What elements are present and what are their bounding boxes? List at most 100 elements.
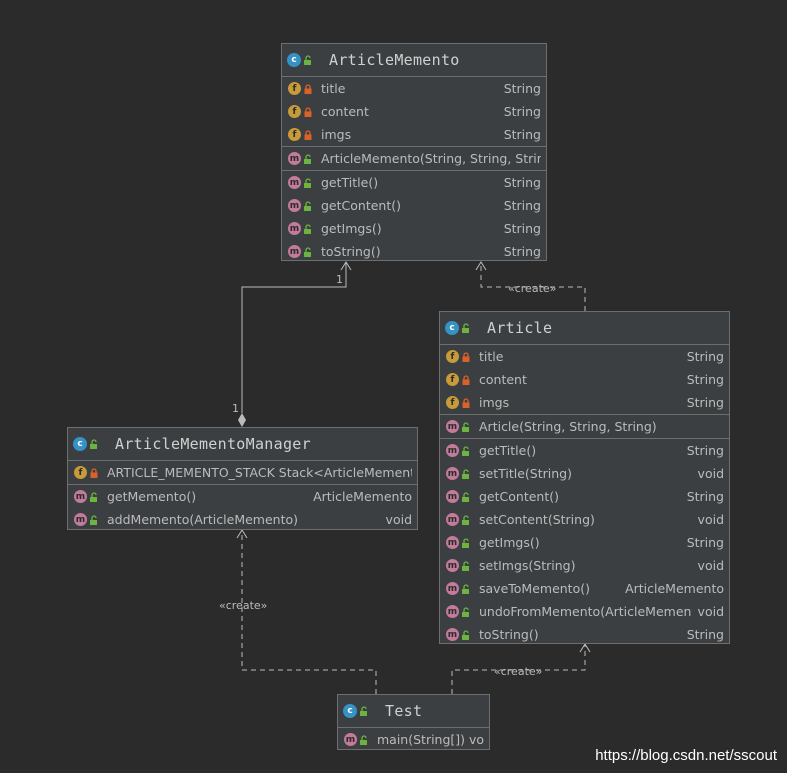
method-icon: m: [288, 222, 301, 235]
private-lock-icon: [303, 106, 315, 117]
class-box-article-memento-manager[interactable]: c ArticleMementoManager f ARTICLE_MEMENT…: [67, 427, 418, 530]
field-row[interactable]: f imgs String: [440, 391, 729, 414]
method-icon: m: [446, 490, 459, 503]
field-row[interactable]: f content String: [282, 100, 546, 123]
method-name: setContent(String): [479, 512, 595, 527]
public-unlock-icon: [461, 583, 473, 594]
private-lock-icon: [303, 83, 315, 94]
field-row[interactable]: f imgs String: [282, 123, 546, 146]
class-box-test[interactable]: c Test m main(String[]) void: [337, 694, 490, 750]
public-unlock-icon: [461, 560, 473, 571]
public-unlock-icon: [89, 439, 101, 449]
public-unlock-icon: [359, 734, 371, 745]
class-header: c ArticleMemento: [282, 44, 546, 77]
method-row[interactable]: m toString() String: [440, 623, 729, 646]
fields-section: f title String f content String f imgs S…: [440, 345, 729, 415]
method-icon: m: [288, 199, 301, 212]
methods-section: m getMemento() ArticleMemento m addMemen…: [68, 485, 417, 531]
create-line-test-manager: [241, 530, 377, 694]
method-name: getMemento(): [107, 489, 197, 504]
method-icon: m: [446, 420, 459, 433]
constructors-section: m ArticleMemento(String, String, String): [282, 147, 546, 171]
field-type: String: [686, 372, 724, 387]
field-row[interactable]: f ARTICLE_MEMENTO_STACK Stack<ArticleMem…: [68, 461, 417, 484]
method-type: void: [385, 512, 412, 527]
method-row[interactable]: m getTitle() String: [440, 439, 729, 462]
class-name: Test: [385, 702, 423, 720]
method-icon: m: [446, 536, 459, 549]
method-icon: m: [288, 176, 301, 189]
class-icon: c: [445, 321, 459, 335]
method-row[interactable]: m main(String[]) void: [338, 728, 489, 751]
method-row[interactable]: m setContent(String) void: [440, 508, 729, 531]
method-type: void: [697, 512, 724, 527]
field-type: String: [686, 395, 724, 410]
method-type: String: [686, 443, 724, 458]
field-row[interactable]: f content String: [440, 368, 729, 391]
method-name: getImgs(): [479, 535, 540, 550]
public-unlock-icon: [89, 491, 101, 502]
class-box-article[interactable]: c Article f title String f content Strin…: [439, 311, 730, 644]
private-lock-icon: [461, 374, 473, 385]
public-unlock-icon: [303, 246, 315, 257]
class-name: ArticleMemento: [329, 51, 460, 69]
field-type: String: [503, 104, 541, 119]
method-row[interactable]: m getContent() String: [440, 485, 729, 508]
methods-section: m main(String[]) void: [338, 728, 489, 751]
public-unlock-icon: [461, 629, 473, 640]
method-row[interactable]: m getImgs() String: [440, 531, 729, 554]
field-name: title: [321, 81, 346, 96]
create-label-test-manager: «create»: [219, 599, 267, 612]
method-type: ArticleMemento: [625, 581, 724, 596]
public-unlock-icon: [461, 468, 473, 479]
method-icon: m: [446, 559, 459, 572]
constructor-row[interactable]: m Article(String, String, String): [440, 415, 729, 438]
method-name: toString(): [479, 627, 539, 642]
field-icon: f: [288, 105, 301, 118]
watermark: https://blog.csdn.net/sscout: [595, 747, 777, 764]
public-unlock-icon: [89, 514, 101, 525]
method-row[interactable]: m setTitle(String) void: [440, 462, 729, 485]
class-header: c ArticleMementoManager: [68, 428, 417, 461]
field-type: String: [503, 81, 541, 96]
method-row[interactable]: m undoFromMemento(ArticleMemento) void: [440, 600, 729, 623]
field-name: imgs: [479, 395, 510, 410]
class-icon: c: [73, 437, 87, 451]
method-name: saveToMemento(): [479, 581, 590, 596]
method-row[interactable]: m getImgs() String: [282, 217, 546, 240]
method-row[interactable]: m addMemento(ArticleMemento) void: [68, 508, 417, 531]
method-name: addMemento(ArticleMemento): [107, 512, 299, 527]
public-unlock-icon: [461, 514, 473, 525]
private-lock-icon: [461, 397, 473, 408]
method-name: getImgs(): [321, 221, 382, 236]
method-type: void: [697, 466, 724, 481]
field-row[interactable]: f title String: [440, 345, 729, 368]
method-type: String: [503, 175, 541, 190]
method-row[interactable]: m saveToMemento() ArticleMemento: [440, 577, 729, 600]
method-name: getTitle(): [321, 175, 379, 190]
public-unlock-icon: [461, 323, 473, 333]
field-icon: f: [446, 350, 459, 363]
static-method-icon: m: [344, 733, 357, 746]
private-lock-icon: [461, 351, 473, 362]
public-unlock-icon: [461, 445, 473, 456]
constructor-row[interactable]: m ArticleMemento(String, String, String): [282, 147, 546, 170]
method-row[interactable]: m getContent() String: [282, 194, 546, 217]
method-icon: m: [446, 444, 459, 457]
field-row[interactable]: f title String: [282, 77, 546, 100]
method-row[interactable]: m getTitle() String: [282, 171, 546, 194]
fields-section: f title String f content String f imgs S…: [282, 77, 546, 147]
method-row[interactable]: m setImgs(String) void: [440, 554, 729, 577]
method-row[interactable]: m getMemento() ArticleMemento: [68, 485, 417, 508]
field-icon: f: [446, 396, 459, 409]
class-icon: c: [343, 704, 357, 718]
class-box-article-memento[interactable]: c ArticleMemento f title String f conten…: [281, 43, 547, 261]
field-name: content: [479, 372, 527, 387]
public-unlock-icon: [461, 606, 473, 617]
method-row[interactable]: m toString() String: [282, 240, 546, 263]
method-name: toString(): [321, 244, 381, 259]
method-name: getTitle(): [479, 443, 537, 458]
class-name: Article: [487, 319, 553, 337]
method-type: String: [686, 489, 724, 504]
method-name: setTitle(String): [479, 466, 572, 481]
